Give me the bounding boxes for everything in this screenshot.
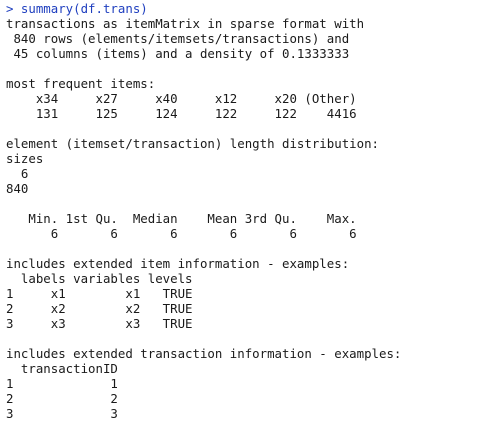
console-output-line: 840 rows (elements/itemsets/transactions… bbox=[6, 31, 350, 46]
console-output-line: 840 bbox=[6, 181, 29, 196]
console-output-line: includes extended item information - exa… bbox=[6, 256, 350, 271]
console-command-line: > summary(df.trans) bbox=[6, 1, 148, 16]
console-output-line: 3 x3 x3 TRUE bbox=[6, 316, 193, 331]
console-output-line: 131 125 124 122 122 4416 bbox=[6, 106, 357, 121]
console-output-line: transactions as itemMatrix in sparse for… bbox=[6, 16, 365, 31]
r-console-output[interactable]: > summary(df.trans) transactions as itemM… bbox=[0, 0, 496, 421]
console-output-line: sizes bbox=[6, 151, 44, 166]
console-output-line: transactionID bbox=[6, 361, 118, 376]
console-output-line: 6 bbox=[6, 166, 29, 181]
console-lines: > summary(df.trans) transactions as itemM… bbox=[6, 1, 401, 421]
console-output-line: element (itemset/transaction) length dis… bbox=[6, 136, 379, 151]
console-output-line: 2 x2 x2 TRUE bbox=[6, 301, 193, 316]
console-output-line: 1 1 bbox=[6, 376, 118, 391]
console-output-line: includes extended transaction informatio… bbox=[6, 346, 402, 361]
console-output-line: x34 x27 x40 x12 x20 (Other) bbox=[6, 91, 357, 106]
console-output-line: most frequent items: bbox=[6, 76, 156, 91]
console-output-line: 3 3 bbox=[6, 406, 118, 421]
console-output-line: 2 2 bbox=[6, 391, 118, 406]
console-output-line: Min. 1st Qu. Median Mean 3rd Qu. Max. bbox=[6, 211, 357, 226]
console-output-line: labels variables levels bbox=[6, 271, 193, 286]
console-output-line: 45 columns (items) and a density of 0.13… bbox=[6, 46, 350, 61]
console-output-line: 1 x1 x1 TRUE bbox=[6, 286, 193, 301]
console-output-line: 6 6 6 6 6 6 bbox=[6, 226, 357, 241]
